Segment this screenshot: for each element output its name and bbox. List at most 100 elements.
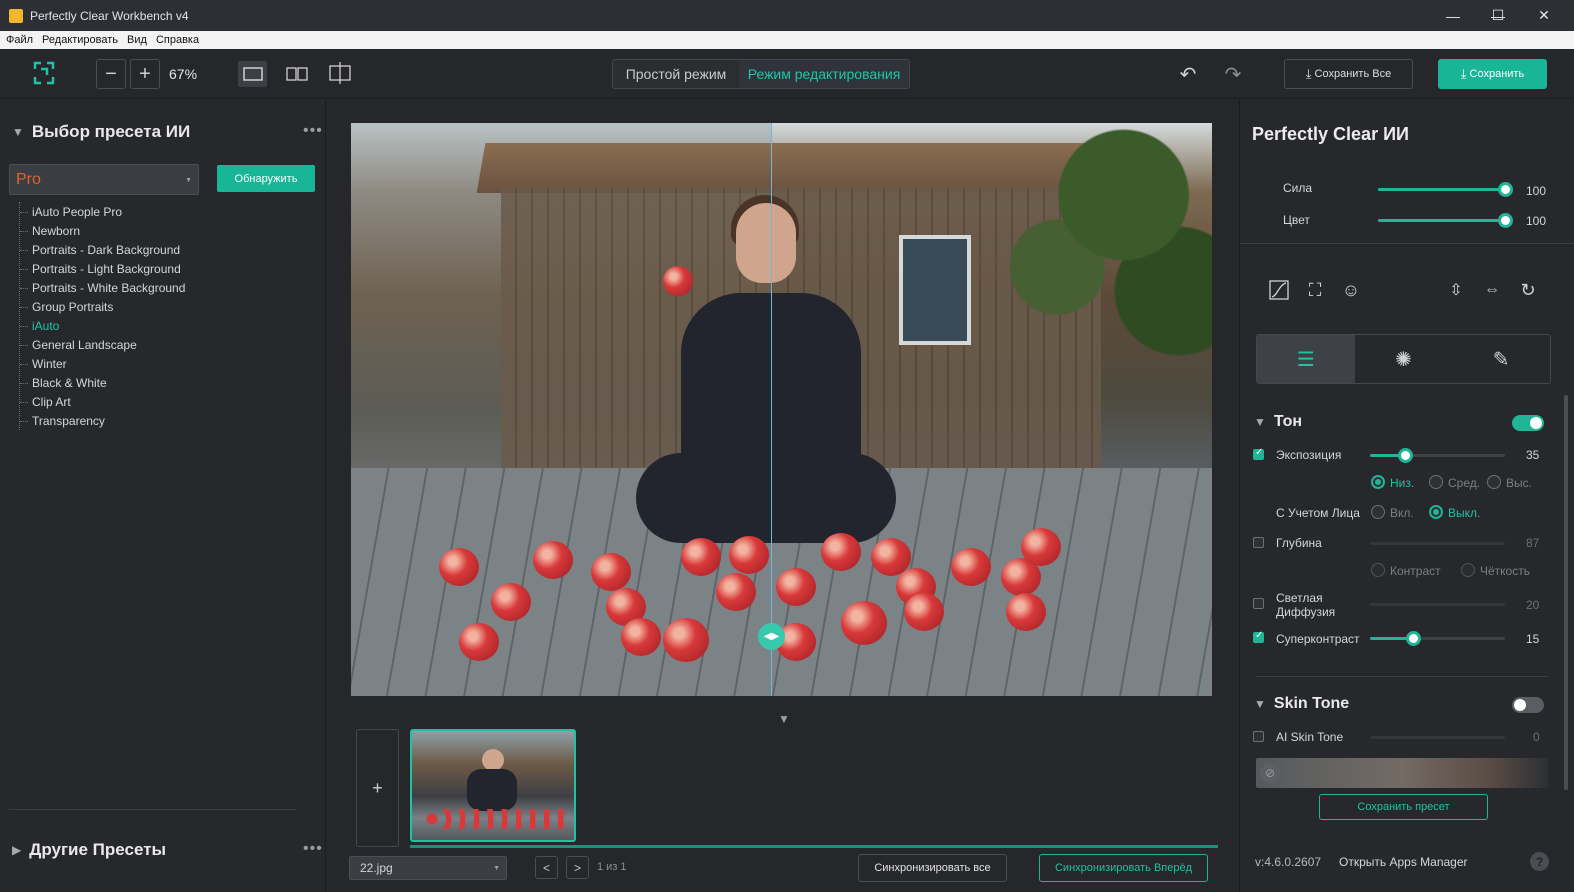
preset-item[interactable]: Transparency bbox=[20, 411, 185, 430]
flip-horizontal-icon[interactable]: ⇔ bbox=[1479, 277, 1505, 303]
color-slider[interactable] bbox=[1378, 213, 1513, 228]
preset-item[interactable]: iAuto People Pro bbox=[20, 202, 185, 221]
save-all-button[interactable]: ⤓ Сохранить Все bbox=[1284, 59, 1413, 89]
save-button[interactable]: ⤓ Сохранить bbox=[1438, 59, 1547, 89]
depth-contrast-radio[interactable] bbox=[1371, 563, 1385, 577]
menu-file[interactable]: Файл bbox=[6, 34, 33, 46]
version-text: v:4.6.0.2607 bbox=[1255, 855, 1322, 869]
close-button[interactable]: ✕ bbox=[1521, 0, 1567, 31]
right-panel-scrollbar[interactable] bbox=[1564, 395, 1568, 790]
photo-apple bbox=[491, 583, 531, 621]
single-view-button[interactable] bbox=[238, 61, 267, 87]
rotate-icon[interactable]: ↻ bbox=[1515, 277, 1541, 303]
supercontrast-slider[interactable] bbox=[1370, 631, 1505, 646]
tab-creative[interactable]: ✺ bbox=[1355, 335, 1453, 383]
preset-item[interactable]: Portraits - White Background bbox=[20, 278, 185, 297]
file-name: 22.jpg bbox=[360, 861, 393, 875]
color-knob[interactable] bbox=[1498, 213, 1513, 228]
add-image-button[interactable]: + bbox=[356, 729, 399, 847]
split-handle[interactable]: ◀▶ bbox=[758, 623, 785, 650]
skin-tone-section-header[interactable]: ▼ Skin Tone bbox=[1254, 695, 1349, 713]
ai-skin-tone-checkbox[interactable] bbox=[1253, 731, 1264, 742]
photo-person-legs bbox=[636, 453, 896, 543]
photo-preview[interactable]: ◀▶ bbox=[351, 123, 1212, 696]
preset-item[interactable]: Winter bbox=[20, 354, 185, 373]
depth-sharpness-radio[interactable] bbox=[1461, 563, 1475, 577]
depth-slider[interactable] bbox=[1370, 542, 1505, 545]
photo-apple bbox=[681, 538, 721, 576]
depth-sharpness-label: Чёткость bbox=[1480, 564, 1530, 578]
zoom-in-button[interactable]: + bbox=[130, 59, 160, 89]
exposure-slider[interactable] bbox=[1370, 448, 1505, 463]
preset-item-active[interactable]: iAuto bbox=[20, 316, 185, 335]
face-aware-off-radio[interactable] bbox=[1429, 505, 1443, 519]
curves-icon[interactable] bbox=[1266, 277, 1292, 303]
other-presets-more-icon[interactable]: ••• bbox=[303, 840, 323, 858]
save-preset-button[interactable]: Сохранить пресет bbox=[1319, 794, 1488, 820]
next-image-button[interactable]: > bbox=[566, 856, 589, 879]
collapse-filmstrip-icon[interactable]: ▼ bbox=[778, 712, 790, 726]
minimize-button-alt[interactable]: — bbox=[1430, 0, 1476, 31]
tab-looks[interactable]: ✎ bbox=[1452, 335, 1550, 383]
preset-item[interactable]: Newborn bbox=[20, 221, 185, 240]
image-workspace: ◀▶ ▼ + 22.jpg ▼ < > 1 из 1 Синхронизиров… bbox=[327, 100, 1238, 892]
menu-help[interactable]: Справка bbox=[156, 34, 199, 46]
ai-skin-tone-slider[interactable] bbox=[1370, 736, 1505, 739]
edit-mode-tab[interactable]: Режим редактирования bbox=[739, 60, 909, 88]
depth-checkbox[interactable] bbox=[1253, 537, 1264, 548]
exposure-mid-radio[interactable] bbox=[1429, 475, 1443, 489]
detect-button[interactable]: Обнаружить bbox=[217, 165, 315, 192]
skin-tone-strip[interactable]: ⊘ bbox=[1256, 758, 1548, 788]
exposure-checkbox[interactable] bbox=[1253, 447, 1264, 460]
apps-manager-link[interactable]: Открыть Apps Manager bbox=[1339, 855, 1468, 869]
supercontrast-knob[interactable] bbox=[1406, 631, 1421, 646]
help-icon[interactable]: ? bbox=[1530, 852, 1549, 871]
tone-section-header[interactable]: ▼ Тон bbox=[1254, 413, 1302, 431]
skin-tone-toggle[interactable] bbox=[1512, 697, 1544, 713]
exposure-knob[interactable] bbox=[1398, 448, 1413, 463]
preset-item[interactable]: Portraits - Light Background bbox=[20, 259, 185, 278]
simple-mode-tab[interactable]: Простой режим bbox=[613, 60, 739, 88]
face-aware-label: С Учетом Лица bbox=[1276, 506, 1360, 520]
face-icon[interactable]: ☺ bbox=[1338, 277, 1364, 303]
sliders-icon: ☰ bbox=[1296, 348, 1315, 371]
strength-knob[interactable] bbox=[1498, 182, 1513, 197]
zoom-out-button[interactable]: − bbox=[96, 59, 126, 89]
undo-icon[interactable]: ↶ bbox=[1175, 61, 1201, 87]
light-diffusion-slider[interactable] bbox=[1370, 603, 1505, 606]
file-select[interactable]: 22.jpg ▼ bbox=[349, 856, 507, 880]
flip-vertical-icon[interactable]: ⇳ bbox=[1443, 277, 1469, 303]
light-diffusion-checkbox[interactable] bbox=[1253, 598, 1264, 609]
image-thumbnail[interactable] bbox=[410, 729, 576, 842]
preset-item[interactable]: Portraits - Dark Background bbox=[20, 240, 185, 259]
preset-category-select[interactable]: Pro ▼ bbox=[9, 164, 199, 195]
other-presets-header[interactable]: ▶ Другие Пресеты bbox=[12, 840, 166, 860]
prev-image-button[interactable]: < bbox=[535, 856, 558, 879]
tone-toggle[interactable] bbox=[1512, 415, 1544, 431]
sync-all-button[interactable]: Синхронизировать все bbox=[858, 854, 1007, 882]
menu-edit[interactable]: Редактировать bbox=[42, 34, 118, 46]
preset-item[interactable]: Clip Art bbox=[20, 392, 185, 411]
tab-adjustments[interactable]: ☰ bbox=[1257, 335, 1355, 383]
download-icon: ⤓ bbox=[1305, 66, 1312, 81]
sync-forward-button[interactable]: Синхронизировать Вперёд bbox=[1039, 854, 1208, 882]
redo-icon[interactable]: ↷ bbox=[1220, 61, 1246, 87]
crop-icon[interactable]: ⛶ bbox=[1302, 277, 1328, 303]
face-aware-on-radio[interactable] bbox=[1371, 505, 1385, 519]
preset-section-header[interactable]: ▼ Выбор пресета ИИ bbox=[12, 122, 190, 142]
photo-apple bbox=[729, 536, 769, 574]
side-by-side-view-button[interactable] bbox=[284, 61, 310, 87]
maximize-button[interactable]: ☐ bbox=[1475, 0, 1521, 31]
exposure-low-radio[interactable] bbox=[1371, 475, 1385, 489]
menu-view[interactable]: Вид bbox=[127, 34, 147, 46]
preset-item[interactable]: Group Portraits bbox=[20, 297, 185, 316]
divider bbox=[1240, 243, 1574, 244]
split-view-button[interactable] bbox=[327, 59, 353, 87]
preset-more-icon[interactable]: ••• bbox=[303, 122, 323, 140]
exposure-high-radio[interactable] bbox=[1487, 475, 1501, 489]
preset-item[interactable]: General Landscape bbox=[20, 335, 185, 354]
supercontrast-checkbox[interactable] bbox=[1253, 630, 1264, 643]
strength-slider[interactable] bbox=[1378, 182, 1513, 197]
skin-tone-disabled-icon: ⊘ bbox=[1260, 763, 1280, 783]
preset-item[interactable]: Black & White bbox=[20, 373, 185, 392]
